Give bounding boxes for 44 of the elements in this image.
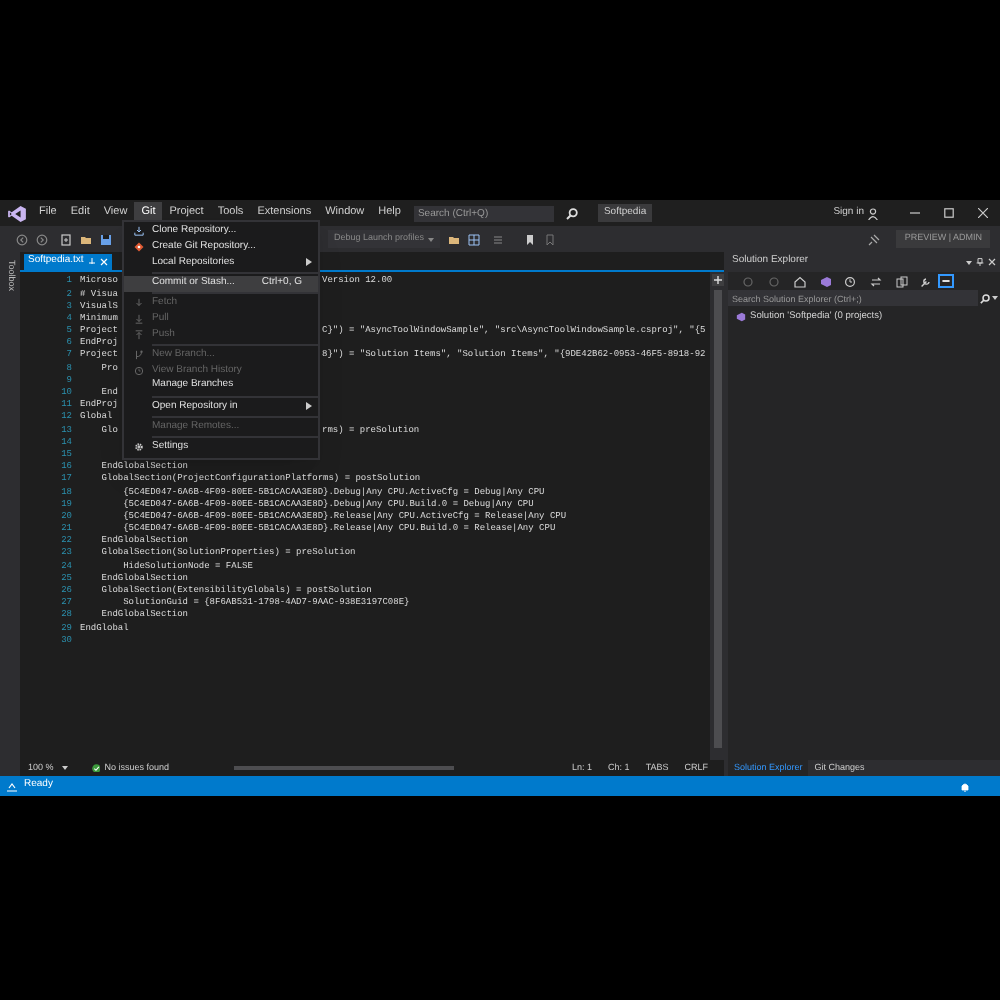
scrollbar-thumb[interactable]: [713, 290, 721, 748]
person-icon[interactable]: [868, 207, 878, 219]
git-icon: [133, 242, 143, 253]
solution-icon: [736, 312, 746, 323]
caret-icon[interactable]: [992, 296, 998, 300]
dropdown-icon[interactable]: [966, 259, 972, 265]
push-arrow-icon: [133, 329, 143, 340]
collapse-icon[interactable]: [938, 274, 954, 288]
caret-icon: [61, 766, 68, 770]
feedback-icon[interactable]: [868, 233, 881, 245]
app-logo-icon: [8, 205, 26, 221]
back-icon[interactable]: [16, 233, 28, 245]
add-icon[interactable]: [711, 274, 723, 286]
clock-icon: [133, 365, 143, 376]
save-icon[interactable]: [100, 233, 112, 245]
close-icon[interactable]: [978, 208, 988, 218]
download-icon: [133, 226, 143, 237]
close-icon[interactable]: [988, 258, 996, 266]
pin-icon[interactable]: [976, 258, 984, 266]
minimize-icon[interactable]: [910, 208, 920, 218]
sync-icon[interactable]: [870, 275, 882, 287]
submenu-arrow-icon: [306, 258, 312, 267]
folder-icon[interactable]: [448, 233, 461, 245]
files-icon[interactable]: [896, 275, 908, 287]
pull-arrow-icon: [133, 314, 143, 325]
bell-icon[interactable]: [960, 781, 970, 791]
search-icon[interactable]: [565, 207, 578, 219]
caret-icon: [428, 237, 435, 241]
submenu-arrow-icon: [306, 402, 312, 411]
down-arrow-icon: [133, 298, 143, 309]
new-file-icon[interactable]: [60, 233, 72, 245]
horizontal-scrollbar[interactable]: [233, 766, 454, 770]
maximize-icon[interactable]: [944, 208, 954, 218]
check-icon: [91, 763, 101, 773]
forward-icon[interactable]: [36, 233, 48, 245]
branch-icon: [133, 350, 143, 361]
home-icon[interactable]: [794, 275, 806, 287]
gear-icon: [133, 442, 143, 453]
folder-icon[interactable]: [80, 233, 92, 245]
wrench-icon[interactable]: [920, 275, 932, 287]
grid-icon[interactable]: [468, 233, 481, 245]
history-icon[interactable]: [844, 275, 856, 287]
search-icon[interactable]: [980, 293, 990, 303]
status-icon: [6, 781, 18, 791]
